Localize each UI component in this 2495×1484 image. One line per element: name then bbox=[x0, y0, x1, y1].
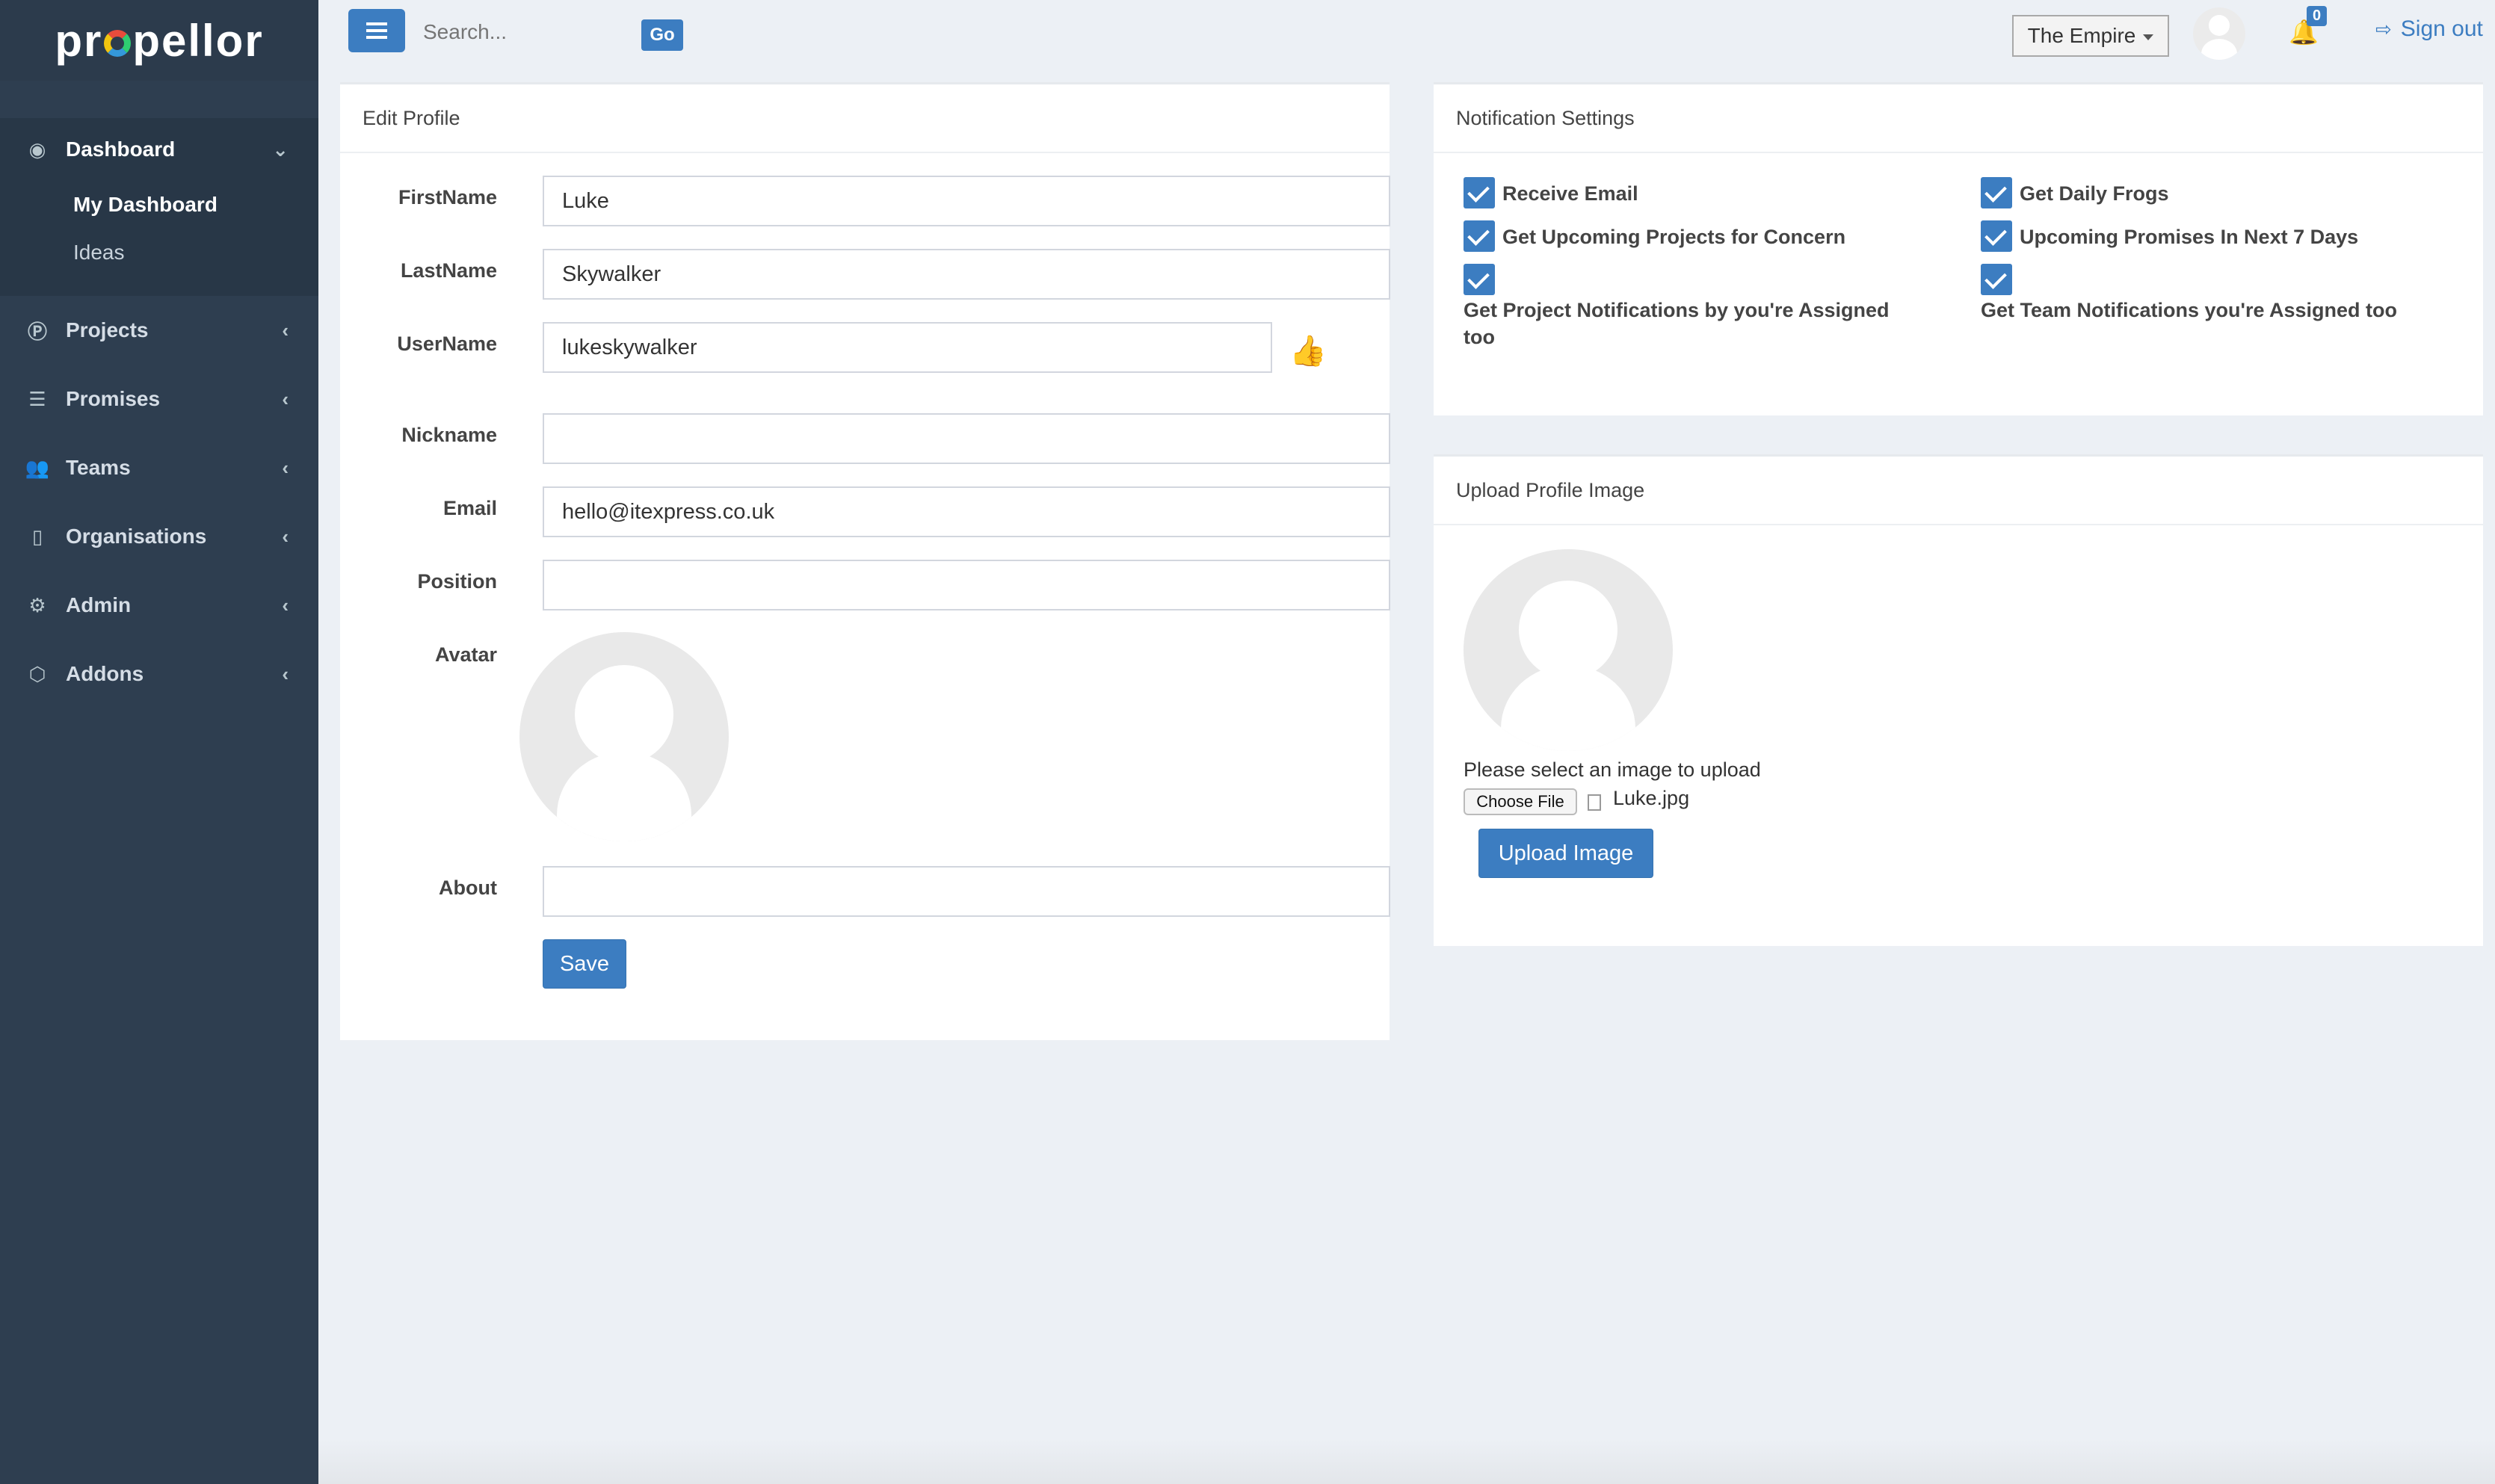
chevron-left-icon: ‹ bbox=[282, 456, 289, 479]
list-icon: ☰ bbox=[28, 387, 46, 410]
chevron-left-icon: ‹ bbox=[282, 525, 289, 548]
checkbox-team-notifications[interactable] bbox=[1981, 264, 2012, 295]
sidebar-item-label: Promises bbox=[66, 387, 161, 410]
checkbox-label: Upcoming Promises In Next 7 Days bbox=[2020, 226, 2359, 248]
sidebar-item-addons[interactable]: ⬡ Addons ‹ bbox=[0, 640, 318, 708]
sidebar-toggle-button[interactable] bbox=[348, 9, 405, 52]
sidebar-item-teams[interactable]: 👥 Teams ‹ bbox=[0, 433, 318, 502]
p-circle-icon: Ⓟ bbox=[27, 320, 47, 343]
page-footer bbox=[318, 1439, 2495, 1484]
position-input[interactable] bbox=[543, 560, 1390, 610]
checkbox-receive-email[interactable] bbox=[1464, 177, 1495, 208]
firstname-label: FirstName bbox=[398, 186, 497, 208]
cube-icon: ⬡ bbox=[28, 662, 46, 685]
sidebar-item-label: Dashboard bbox=[66, 137, 176, 161]
sidebar-item-promises[interactable]: ☰ Promises ‹ bbox=[0, 365, 318, 433]
nickname-input[interactable] bbox=[543, 413, 1390, 464]
sidebar-item-projects[interactable]: Ⓟ Projects ‹ bbox=[0, 296, 318, 365]
upload-prompt: Please select an image to upload bbox=[1464, 758, 1761, 781]
sidebar-group-dashboard: ◉ Dashboard ⌄ My Dashboard Ideas bbox=[0, 118, 318, 296]
checkbox-project-notifications[interactable] bbox=[1464, 264, 1495, 295]
users-icon: 👥 bbox=[25, 456, 50, 479]
email-input[interactable]: hello@itexpress.co.uk bbox=[543, 486, 1390, 537]
upload-profile-image-panel: Upload Profile Image Please select an im… bbox=[1434, 454, 2483, 946]
checkbox-label: Receive Email bbox=[1502, 182, 1638, 205]
brand-logo[interactable]: pr pellor bbox=[0, 0, 318, 81]
gear-icon: ⚙ bbox=[28, 593, 46, 616]
notification-settings-title: Notification Settings bbox=[1434, 84, 2483, 153]
firstname-input[interactable]: Luke bbox=[543, 176, 1390, 226]
notification-count-badge: 0 bbox=[2307, 6, 2328, 26]
logo-ring-icon bbox=[104, 30, 132, 57]
checkbox-daily-frogs[interactable] bbox=[1981, 177, 2012, 208]
selected-file-name: Luke.jpg bbox=[1613, 787, 1690, 809]
sidebar-item-label: Projects bbox=[66, 318, 149, 341]
sign-out-link[interactable]: ⇨ Sign out bbox=[2375, 16, 2483, 42]
checkbox-upcoming-promises[interactable] bbox=[1981, 220, 2012, 252]
brand-name-prefix: pr bbox=[55, 15, 103, 66]
top-navbar: Go The Empire 🔔 0 ⇨ Sign out bbox=[318, 0, 2495, 78]
username-label: UserName bbox=[397, 333, 497, 355]
checkbox-label: Get Project Notifications by you're Assi… bbox=[1464, 299, 1890, 348]
save-button[interactable]: Save bbox=[543, 939, 626, 989]
sidebar-item-label: Teams bbox=[66, 456, 131, 479]
search-input[interactable] bbox=[423, 13, 617, 51]
user-avatar[interactable] bbox=[2193, 7, 2245, 60]
sidebar-item-dashboard[interactable]: ◉ Dashboard ⌄ bbox=[0, 118, 318, 181]
brand-name-suffix: pellor bbox=[132, 15, 264, 66]
lastname-input[interactable]: Skywalker bbox=[543, 249, 1390, 300]
caret-down-icon bbox=[2143, 34, 2154, 40]
nickname-label: Nickname bbox=[401, 424, 497, 446]
choose-file-button[interactable]: Choose File bbox=[1464, 788, 1577, 815]
sign-out-label: Sign out bbox=[2400, 16, 2483, 41]
checkbox-label: Get Daily Frogs bbox=[2020, 182, 2169, 205]
sidebar-item-ideas[interactable]: Ideas bbox=[0, 229, 318, 276]
avatar-label: Avatar bbox=[434, 643, 497, 666]
organisation-select[interactable]: The Empire bbox=[2012, 15, 2169, 57]
checkbox-upcoming-projects[interactable] bbox=[1464, 220, 1495, 252]
organisation-select-value: The Empire bbox=[2027, 24, 2136, 47]
sidebar-item-organisations[interactable]: ▯ Organisations ‹ bbox=[0, 502, 318, 571]
chevron-left-icon: ‹ bbox=[282, 662, 289, 685]
checkbox-label: Get Upcoming Projects for Concern bbox=[1502, 226, 1846, 248]
chevron-down-icon: ⌄ bbox=[272, 137, 289, 161]
dashboard-icon: ◉ bbox=[28, 137, 46, 161]
email-label: Email bbox=[442, 497, 497, 519]
sidebar-nav: Ⓟ Projects ‹ ☰ Promises ‹ 👥 Teams ‹ ▯ Or… bbox=[0, 296, 318, 708]
about-input[interactable] bbox=[543, 866, 1390, 917]
sidebar-item-my-dashboard[interactable]: My Dashboard bbox=[0, 181, 318, 229]
sidebar-item-admin[interactable]: ⚙ Admin ‹ bbox=[0, 571, 318, 640]
upload-image-button[interactable]: Upload Image bbox=[1478, 829, 1653, 878]
sidebar: pr pellor ◉ Dashboard ⌄ My Dashboard Idea… bbox=[0, 0, 318, 1484]
lastname-label: LastName bbox=[400, 259, 497, 282]
sidebar-item-label: Organisations bbox=[66, 525, 207, 548]
search-go-button[interactable]: Go bbox=[641, 19, 683, 51]
thumbs-up-icon: 👍 bbox=[1289, 335, 1327, 368]
chevron-left-icon: ‹ bbox=[282, 318, 289, 341]
sidebar-item-label: Admin bbox=[66, 593, 132, 616]
hamburger-icon bbox=[366, 29, 387, 32]
file-icon bbox=[1588, 794, 1601, 811]
avatar-image bbox=[519, 632, 729, 841]
upload-profile-image-title: Upload Profile Image bbox=[1434, 457, 2483, 525]
profile-image-preview bbox=[1464, 549, 1673, 751]
building-icon: ▯ bbox=[31, 525, 43, 548]
edit-profile-panel: Edit Profile FirstName Luke LastName Sky… bbox=[340, 82, 1390, 1040]
sign-out-icon: ⇨ bbox=[2375, 17, 2392, 40]
chevron-left-icon: ‹ bbox=[282, 593, 289, 616]
checkbox-label: Get Team Notifications you're Assigned t… bbox=[1981, 299, 2397, 321]
sidebar-item-label: Addons bbox=[66, 662, 144, 685]
notification-settings-panel: Notification Settings Receive Email Get … bbox=[1434, 82, 2483, 415]
chevron-left-icon: ‹ bbox=[282, 387, 289, 410]
position-label: Position bbox=[417, 570, 498, 593]
about-label: About bbox=[439, 877, 497, 899]
edit-profile-title: Edit Profile bbox=[340, 84, 1390, 153]
username-input[interactable]: lukeskywalker bbox=[543, 322, 1272, 373]
